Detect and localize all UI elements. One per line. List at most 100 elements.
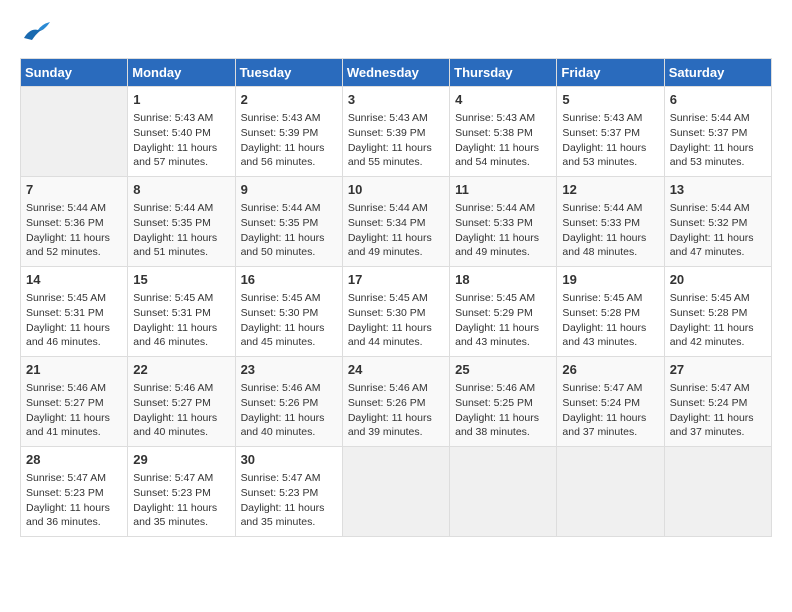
calendar-cell: 14Sunrise: 5:45 AMSunset: 5:31 PMDayligh… xyxy=(21,267,128,357)
day-number: 28 xyxy=(26,451,122,469)
calendar-cell: 26 Sunrise: 5:47 AMSunset: 5:24 PMDayligh… xyxy=(557,357,664,447)
weekday-header-tuesday: Tuesday xyxy=(235,59,342,87)
day-number: 26 xyxy=(562,361,658,379)
calendar-cell: 28 Sunrise: 5:47 AMSunset: 5:23 PMDayligh… xyxy=(21,447,128,537)
calendar-week-row: 28 Sunrise: 5:47 AMSunset: 5:23 PMDayligh… xyxy=(21,447,772,537)
calendar-cell: 25 Sunrise: 5:46 AMSunset: 5:25 PMDayligh… xyxy=(450,357,557,447)
calendar-header-row: SundayMondayTuesdayWednesdayThursdayFrid… xyxy=(21,59,772,87)
day-info: Sunrise: 5:44 AMSunset: 5:33 PMDaylight:… xyxy=(455,201,551,260)
day-info: Sunrise: 5:44 AMSunset: 5:37 PMDaylight:… xyxy=(670,111,766,170)
page-header xyxy=(20,20,772,42)
weekday-header-thursday: Thursday xyxy=(450,59,557,87)
day-info: Sunrise: 5:47 AMSunset: 5:23 PMDaylight:… xyxy=(133,471,229,530)
day-info: Sunrise: 5:44 AMSunset: 5:35 PMDaylight:… xyxy=(133,201,229,260)
day-info: Sunrise: 5:43 AMSunset: 5:39 PMDaylight:… xyxy=(348,111,444,170)
day-info: Sunrise: 5:44 AMSunset: 5:33 PMDaylight:… xyxy=(562,201,658,260)
day-info: Sunrise: 5:44 AMSunset: 5:35 PMDaylight:… xyxy=(241,201,337,260)
day-number: 29 xyxy=(133,451,229,469)
day-info: Sunrise: 5:43 AMSunset: 5:37 PMDaylight:… xyxy=(562,111,658,170)
day-info: Sunrise: 5:45 AMSunset: 5:28 PMDaylight:… xyxy=(670,291,766,350)
calendar-week-row: 14Sunrise: 5:45 AMSunset: 5:31 PMDayligh… xyxy=(21,267,772,357)
calendar-cell xyxy=(664,447,771,537)
day-number: 16 xyxy=(241,271,337,289)
calendar-cell: 11 Sunrise: 5:44 AMSunset: 5:33 PMDayligh… xyxy=(450,177,557,267)
day-number: 23 xyxy=(241,361,337,379)
calendar-cell: 24 Sunrise: 5:46 AMSunset: 5:26 PMDayligh… xyxy=(342,357,449,447)
day-info: Sunrise: 5:46 AMSunset: 5:27 PMDaylight:… xyxy=(133,381,229,440)
day-number: 10 xyxy=(348,181,444,199)
calendar-cell: 23Sunrise: 5:46 AMSunset: 5:26 PMDayligh… xyxy=(235,357,342,447)
day-info: Sunrise: 5:45 AMSunset: 5:30 PMDaylight:… xyxy=(348,291,444,350)
weekday-header-sunday: Sunday xyxy=(21,59,128,87)
day-info: Sunrise: 5:43 AMSunset: 5:38 PMDaylight:… xyxy=(455,111,551,170)
calendar-cell: 29 Sunrise: 5:47 AMSunset: 5:23 PMDayligh… xyxy=(128,447,235,537)
calendar-cell: 5 Sunrise: 5:43 AMSunset: 5:37 PMDaylight… xyxy=(557,87,664,177)
day-info: Sunrise: 5:45 AMSunset: 5:31 PMDaylight:… xyxy=(133,291,229,350)
calendar-cell xyxy=(557,447,664,537)
day-info: Sunrise: 5:45 AMSunset: 5:28 PMDaylight:… xyxy=(562,291,658,350)
day-number: 30 xyxy=(241,451,337,469)
weekday-header-saturday: Saturday xyxy=(664,59,771,87)
calendar-cell: 10 Sunrise: 5:44 AMSunset: 5:34 PMDayligh… xyxy=(342,177,449,267)
day-number: 25 xyxy=(455,361,551,379)
calendar-cell: 12 Sunrise: 5:44 AMSunset: 5:33 PMDayligh… xyxy=(557,177,664,267)
day-number: 12 xyxy=(562,181,658,199)
day-number: 2 xyxy=(241,91,337,109)
day-number: 13 xyxy=(670,181,766,199)
day-info: Sunrise: 5:43 AMSunset: 5:40 PMDaylight:… xyxy=(133,111,229,170)
day-info: Sunrise: 5:43 AMSunset: 5:39 PMDaylight:… xyxy=(241,111,337,170)
weekday-header-wednesday: Wednesday xyxy=(342,59,449,87)
day-info: Sunrise: 5:44 AMSunset: 5:34 PMDaylight:… xyxy=(348,201,444,260)
day-number: 19 xyxy=(562,271,658,289)
day-number: 5 xyxy=(562,91,658,109)
calendar-table: SundayMondayTuesdayWednesdayThursdayFrid… xyxy=(20,58,772,537)
calendar-cell: 27 Sunrise: 5:47 AMSunset: 5:24 PMDayligh… xyxy=(664,357,771,447)
day-number: 15 xyxy=(133,271,229,289)
weekday-header-friday: Friday xyxy=(557,59,664,87)
calendar-cell: 18Sunrise: 5:45 AMSunset: 5:29 PMDayligh… xyxy=(450,267,557,357)
calendar-cell: 22 Sunrise: 5:46 AMSunset: 5:27 PMDayligh… xyxy=(128,357,235,447)
calendar-cell xyxy=(342,447,449,537)
calendar-week-row: 1 Sunrise: 5:43 AMSunset: 5:40 PMDaylight… xyxy=(21,87,772,177)
calendar-cell: 16 Sunrise: 5:45 AMSunset: 5:30 PMDayligh… xyxy=(235,267,342,357)
day-info: Sunrise: 5:47 AMSunset: 5:24 PMDaylight:… xyxy=(562,381,658,440)
calendar-cell: 8 Sunrise: 5:44 AMSunset: 5:35 PMDaylight… xyxy=(128,177,235,267)
day-number: 27 xyxy=(670,361,766,379)
calendar-week-row: 21 Sunrise: 5:46 AMSunset: 5:27 PMDayligh… xyxy=(21,357,772,447)
calendar-cell: 17 Sunrise: 5:45 AMSunset: 5:30 PMDayligh… xyxy=(342,267,449,357)
calendar-cell: 20 Sunrise: 5:45 AMSunset: 5:28 PMDayligh… xyxy=(664,267,771,357)
calendar-cell: 30 Sunrise: 5:47 AMSunset: 5:23 PMDayligh… xyxy=(235,447,342,537)
day-number: 1 xyxy=(133,91,229,109)
day-info: Sunrise: 5:47 AMSunset: 5:23 PMDaylight:… xyxy=(26,471,122,530)
day-number: 7 xyxy=(26,181,122,199)
weekday-header-monday: Monday xyxy=(128,59,235,87)
calendar-cell: 21 Sunrise: 5:46 AMSunset: 5:27 PMDayligh… xyxy=(21,357,128,447)
calendar-cell: 15 Sunrise: 5:45 AMSunset: 5:31 PMDayligh… xyxy=(128,267,235,357)
day-info: Sunrise: 5:46 AMSunset: 5:27 PMDaylight:… xyxy=(26,381,122,440)
calendar-cell: 4 Sunrise: 5:43 AMSunset: 5:38 PMDaylight… xyxy=(450,87,557,177)
calendar-cell: 2 Sunrise: 5:43 AMSunset: 5:39 PMDaylight… xyxy=(235,87,342,177)
day-number: 4 xyxy=(455,91,551,109)
calendar-week-row: 7Sunrise: 5:44 AMSunset: 5:36 PMDaylight… xyxy=(21,177,772,267)
day-number: 6 xyxy=(670,91,766,109)
day-info: Sunrise: 5:45 AMSunset: 5:31 PMDaylight:… xyxy=(26,291,122,350)
day-number: 24 xyxy=(348,361,444,379)
calendar-cell: 9Sunrise: 5:44 AMSunset: 5:35 PMDaylight… xyxy=(235,177,342,267)
day-number: 20 xyxy=(670,271,766,289)
day-number: 3 xyxy=(348,91,444,109)
day-number: 11 xyxy=(455,181,551,199)
day-info: Sunrise: 5:47 AMSunset: 5:24 PMDaylight:… xyxy=(670,381,766,440)
calendar-cell: 6 Sunrise: 5:44 AMSunset: 5:37 PMDaylight… xyxy=(664,87,771,177)
day-number: 17 xyxy=(348,271,444,289)
day-info: Sunrise: 5:46 AMSunset: 5:26 PMDaylight:… xyxy=(348,381,444,440)
day-info: Sunrise: 5:44 AMSunset: 5:32 PMDaylight:… xyxy=(670,201,766,260)
day-number: 22 xyxy=(133,361,229,379)
calendar-cell: 3 Sunrise: 5:43 AMSunset: 5:39 PMDaylight… xyxy=(342,87,449,177)
day-info: Sunrise: 5:47 AMSunset: 5:23 PMDaylight:… xyxy=(241,471,337,530)
calendar-cell: 13 Sunrise: 5:44 AMSunset: 5:32 PMDayligh… xyxy=(664,177,771,267)
day-info: Sunrise: 5:46 AMSunset: 5:25 PMDaylight:… xyxy=(455,381,551,440)
day-number: 8 xyxy=(133,181,229,199)
logo xyxy=(20,20,50,42)
day-info: Sunrise: 5:45 AMSunset: 5:30 PMDaylight:… xyxy=(241,291,337,350)
day-number: 21 xyxy=(26,361,122,379)
